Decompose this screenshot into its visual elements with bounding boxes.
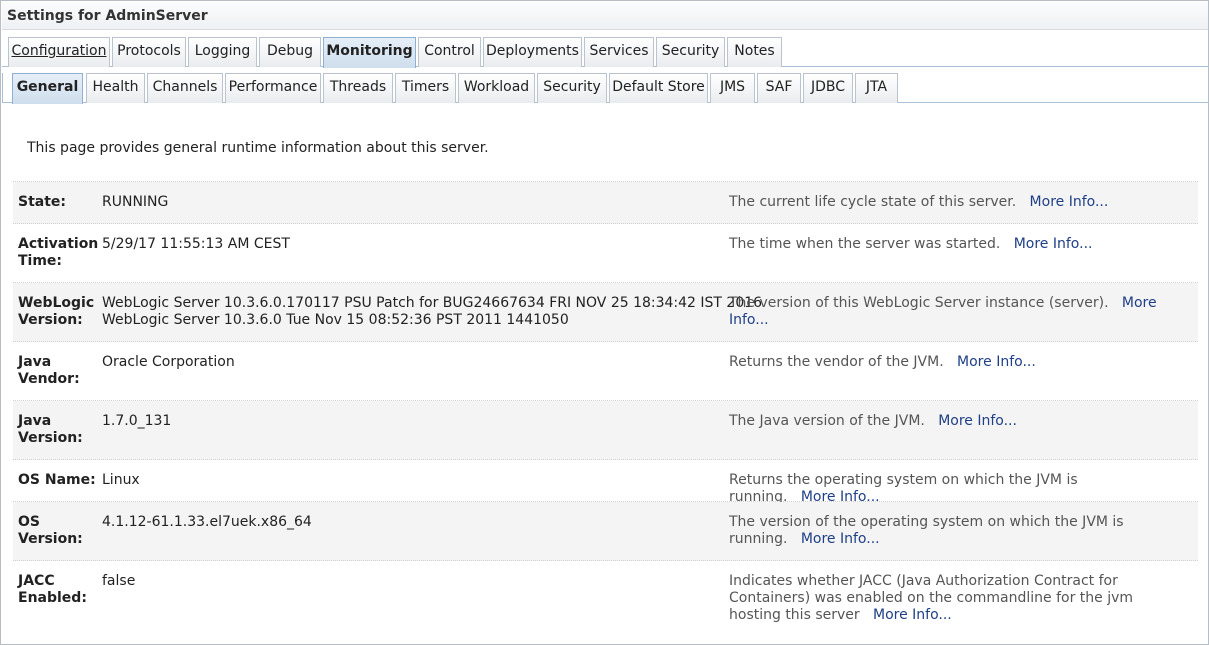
java-version-description: The Java version of the JVM. More Info..… bbox=[729, 413, 1017, 429]
tab-notes[interactable]: Notes bbox=[727, 37, 782, 67]
row-activation-time: Activation Time: 5/29/17 11:55:13 AM CES… bbox=[13, 224, 1198, 283]
row-os-name: OS Name: Linux Returns the operating sys… bbox=[13, 460, 1198, 505]
main-tab-bar: Configuration Protocols Logging Debug Mo… bbox=[2, 37, 1208, 68]
activation-time-description: The time when the server was started. Mo… bbox=[729, 236, 1093, 252]
weblogic-version-line-1: WebLogic Server 10.3.6.0.170117 PSU Patc… bbox=[102, 295, 763, 311]
os-name-description: Returns the operating system on which th… bbox=[729, 472, 1078, 505]
tab-services[interactable]: Services bbox=[584, 37, 654, 67]
subtab-performance[interactable]: Performance bbox=[225, 73, 321, 103]
subtab-general[interactable]: General bbox=[12, 73, 83, 104]
subtab-workload[interactable]: Workload bbox=[458, 73, 535, 103]
row-os-version: OS Version: 4.1.12-61.1.33.el7uek.x86_64… bbox=[13, 502, 1198, 561]
java-vendor-description: Returns the vendor of the JVM. More Info… bbox=[729, 354, 1036, 370]
row-java-vendor: Java Vendor: Oracle Corporation Returns … bbox=[13, 342, 1198, 401]
activation-time-value: 5/29/17 11:55:13 AM CEST bbox=[102, 236, 290, 252]
tab-deployments[interactable]: Deployments bbox=[483, 37, 582, 67]
os-version-description: The version of the operating system on w… bbox=[729, 514, 1124, 547]
os-version-label: OS Version: bbox=[18, 514, 83, 547]
row-jacc-enabled: JACC Enabled: false Indicates whether JA… bbox=[13, 561, 1198, 623]
java-vendor-value: Oracle Corporation bbox=[102, 354, 235, 370]
tab-debug[interactable]: Debug bbox=[259, 37, 321, 67]
intro-text: This page provides general runtime infor… bbox=[27, 140, 489, 156]
java-version-label: Java Version: bbox=[18, 413, 83, 446]
tab-monitoring[interactable]: Monitoring bbox=[323, 37, 416, 68]
row-weblogic-version: WebLogic Version: WebLogic Server 10.3.6… bbox=[13, 283, 1198, 342]
subtab-saf[interactable]: SAF bbox=[757, 73, 801, 103]
general-info-table: State: RUNNING The current life cycle st… bbox=[13, 181, 1198, 623]
page-title: Settings for AdminServer bbox=[2, 2, 1208, 30]
settings-panel: Settings for AdminServer Configuration P… bbox=[0, 0, 1209, 645]
java-vendor-label: Java Vendor: bbox=[18, 354, 80, 387]
tab-protocols[interactable]: Protocols bbox=[112, 37, 186, 67]
more-info-link[interactable]: More Info... bbox=[957, 354, 1036, 370]
subtab-security[interactable]: Security bbox=[537, 73, 607, 103]
subtab-channels[interactable]: Channels bbox=[147, 73, 223, 103]
state-description: The current life cycle state of this ser… bbox=[729, 194, 1109, 210]
sub-tab-bar: General Health Channels Performance Thre… bbox=[2, 73, 1208, 104]
subtab-timers[interactable]: Timers bbox=[395, 73, 456, 103]
subtab-threads[interactable]: Threads bbox=[323, 73, 393, 103]
tab-logging[interactable]: Logging bbox=[188, 37, 257, 67]
subtab-default-store[interactable]: Default Store bbox=[609, 73, 708, 103]
subtab-jta[interactable]: JTA bbox=[855, 73, 898, 103]
jacc-enabled-value: false bbox=[102, 573, 136, 589]
activation-time-label: Activation Time: bbox=[18, 236, 99, 269]
sub-tab-bar-edge bbox=[2, 73, 8, 103]
tab-control[interactable]: Control bbox=[418, 37, 481, 67]
java-version-value: 1.7.0_131 bbox=[102, 413, 172, 429]
row-java-version: Java Version: 1.7.0_131 The Java version… bbox=[13, 401, 1198, 460]
os-version-value: 4.1.12-61.1.33.el7uek.x86_64 bbox=[102, 514, 312, 530]
os-name-label: OS Name: bbox=[18, 472, 96, 488]
more-info-link[interactable]: More Info... bbox=[801, 531, 880, 547]
more-info-link[interactable]: More Info... bbox=[1014, 236, 1093, 252]
more-info-link[interactable]: More Info... bbox=[938, 413, 1017, 429]
weblogic-version-value: WebLogic Server 10.3.6.0.170117 PSU Patc… bbox=[102, 295, 763, 329]
weblogic-version-line-2: WebLogic Server 10.3.6.0 Tue Nov 15 08:5… bbox=[102, 312, 569, 328]
jacc-enabled-label: JACC Enabled: bbox=[18, 573, 87, 606]
state-label: State: bbox=[18, 194, 67, 210]
more-info-link[interactable]: More Info... bbox=[1030, 194, 1109, 210]
subtab-jms[interactable]: JMS bbox=[710, 73, 755, 103]
more-info-link[interactable]: More Info... bbox=[873, 607, 952, 623]
tab-security[interactable]: Security bbox=[656, 37, 725, 67]
subtab-jdbc[interactable]: JDBC bbox=[803, 73, 853, 103]
jacc-enabled-description: Indicates whether JACC (Java Authorizati… bbox=[729, 573, 1134, 623]
os-name-value: Linux bbox=[102, 472, 140, 488]
state-value: RUNNING bbox=[102, 194, 169, 210]
row-state: State: RUNNING The current life cycle st… bbox=[13, 182, 1198, 224]
tab-configuration[interactable]: Configuration bbox=[8, 37, 110, 67]
weblogic-version-label: WebLogic Version: bbox=[18, 295, 95, 328]
weblogic-version-description: The version of this WebLogic Server inst… bbox=[729, 295, 1157, 328]
subtab-health[interactable]: Health bbox=[86, 73, 145, 103]
